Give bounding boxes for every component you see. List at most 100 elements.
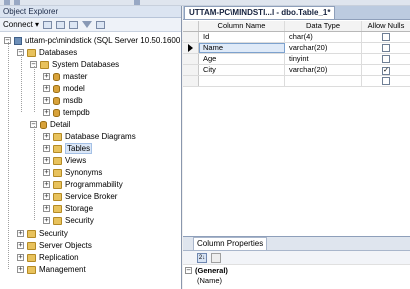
column-properties-pane: Column Properties 2↓ − (General) (Name) [183, 236, 410, 289]
tree-node[interactable]: + model [43, 83, 85, 94]
expand-icon[interactable]: + [43, 145, 50, 152]
row-selector[interactable] [183, 54, 199, 64]
expand-icon[interactable]: + [17, 254, 24, 261]
tree-node[interactable]: + Server Objects [17, 240, 92, 251]
alphabetical-sort-icon[interactable] [211, 252, 221, 263]
column-name-cell[interactable]: Age [199, 54, 285, 64]
disconnect-icon[interactable] [56, 20, 66, 29]
row-selector[interactable] [183, 76, 199, 86]
collapse-icon[interactable]: − [185, 266, 192, 274]
categorized-sort-icon[interactable]: 2↓ [197, 252, 207, 263]
allow-nulls-cell [362, 54, 410, 64]
column-name-cell[interactable]: Id [199, 32, 285, 42]
toolbar-icon[interactable] [134, 0, 140, 5]
database-icon [53, 84, 60, 93]
object-explorer-pane: Object Explorer Connect ▾ − uttam-pc\mind… [0, 6, 185, 289]
filter-icon[interactable] [82, 21, 93, 28]
expand-icon[interactable]: + [43, 169, 50, 176]
tree-node[interactable]: + master [43, 71, 87, 82]
tree-connector-line [34, 126, 35, 220]
tree-node[interactable]: + Storage [43, 203, 93, 214]
database-icon [53, 96, 60, 105]
tab-table-designer[interactable]: UTTAM-PC\MINDSTI...l - dbo.Table_1* [184, 6, 336, 19]
allow-nulls-checkbox[interactable] [382, 33, 390, 41]
data-type-cell[interactable]: tinyint [285, 54, 362, 64]
data-type-cell[interactable]: varchar(20) [285, 43, 362, 53]
expand-icon[interactable]: + [17, 242, 24, 249]
expand-icon[interactable]: + [43, 97, 50, 104]
folder-icon [53, 216, 62, 225]
column-name-cell[interactable]: City [199, 65, 285, 75]
tree-node-label: master [63, 72, 88, 81]
tab-column-properties[interactable]: Column Properties [193, 237, 268, 250]
allow-nulls-checkbox[interactable] [382, 77, 390, 85]
refresh-icon[interactable] [96, 20, 106, 29]
allow-nulls-header: Allow Nulls [367, 21, 405, 30]
toolbar-icon[interactable] [4, 0, 10, 5]
tree-node[interactable]: + Views [43, 155, 86, 166]
folder-icon [27, 241, 36, 250]
expand-icon[interactable]: + [43, 73, 50, 80]
tree-node[interactable]: + Synonyms [43, 167, 102, 178]
folder-icon [53, 144, 62, 153]
tree-node[interactable]: + tempdb [43, 107, 90, 118]
data-type-cell[interactable] [285, 76, 362, 86]
data-type-cell[interactable]: varchar(20) [285, 65, 362, 75]
expand-icon[interactable]: + [43, 109, 50, 116]
server-icon [14, 36, 22, 45]
tree-node[interactable]: + Service Broker [43, 191, 117, 202]
expand-icon[interactable]: + [43, 85, 50, 92]
tree-node[interactable]: − uttam-pc\mindstick (SQL Server 10.50.16… [4, 35, 185, 46]
tree-node[interactable]: − Databases [17, 47, 77, 58]
tree-node[interactable]: + Database Diagrams [43, 131, 136, 142]
connect-button[interactable]: Connect ▾ [3, 20, 39, 29]
tree-node[interactable]: + Tables [43, 143, 93, 154]
expand-icon[interactable]: + [43, 217, 50, 224]
table-row[interactable]: City varchar(20) ✓ [183, 65, 410, 76]
folder-icon [53, 180, 62, 189]
expand-icon[interactable]: + [43, 193, 50, 200]
allow-nulls-checkbox[interactable] [382, 55, 390, 63]
tree-node-label: Synonyms [65, 168, 103, 177]
connect-object-icon[interactable] [43, 20, 53, 29]
property-category[interactable]: − (General) [183, 265, 410, 275]
tree-node-label: Detail [50, 120, 71, 129]
tree-node[interactable]: − Detail [30, 119, 70, 130]
column-name-cell[interactable]: Name [199, 43, 285, 53]
table-row[interactable]: Age tinyint [183, 54, 410, 65]
tree-node[interactable]: + Programmability [43, 179, 123, 190]
row-selector[interactable] [183, 43, 199, 53]
expand-icon[interactable]: + [17, 230, 24, 237]
table-row[interactable] [183, 76, 410, 87]
tree-node[interactable]: + msdb [43, 95, 83, 106]
expand-icon[interactable]: + [43, 181, 50, 188]
tree-node[interactable]: + Security [17, 228, 68, 239]
allow-nulls-cell [362, 32, 410, 42]
tree-node[interactable]: + Management [17, 264, 86, 275]
table-row[interactable]: Id char(4) [183, 32, 410, 43]
toolbar-icon[interactable] [14, 0, 20, 5]
column-name-cell[interactable] [199, 76, 285, 86]
data-type-header: Data Type [285, 21, 362, 31]
expand-icon[interactable]: + [17, 266, 24, 273]
folder-icon [53, 192, 62, 201]
allow-nulls-checkbox[interactable] [382, 44, 390, 52]
allow-nulls-checkbox[interactable]: ✓ [382, 66, 390, 75]
folder-icon [27, 265, 36, 274]
tree-node-label: Views [65, 156, 87, 165]
data-type-cell[interactable]: char(4) [285, 32, 362, 42]
expand-icon[interactable]: + [43, 157, 50, 164]
tree-node-label: model [63, 84, 85, 93]
tree-node[interactable]: + Replication [17, 252, 79, 263]
grid-header-row: Column Name Data Type Allow Nulls [183, 21, 410, 32]
row-selector[interactable] [183, 32, 199, 42]
expand-icon[interactable]: + [43, 133, 50, 140]
row-selector[interactable] [183, 65, 199, 75]
expand-icon[interactable]: + [43, 205, 50, 212]
tree-node[interactable]: + Security [43, 215, 94, 226]
table-row[interactable]: Name varchar(20) [183, 43, 410, 54]
tree-node[interactable]: − System Databases [30, 59, 119, 70]
stop-icon[interactable] [69, 20, 79, 29]
property-row[interactable]: (Name) [183, 275, 410, 285]
tree-node-label: Replication [39, 253, 79, 262]
